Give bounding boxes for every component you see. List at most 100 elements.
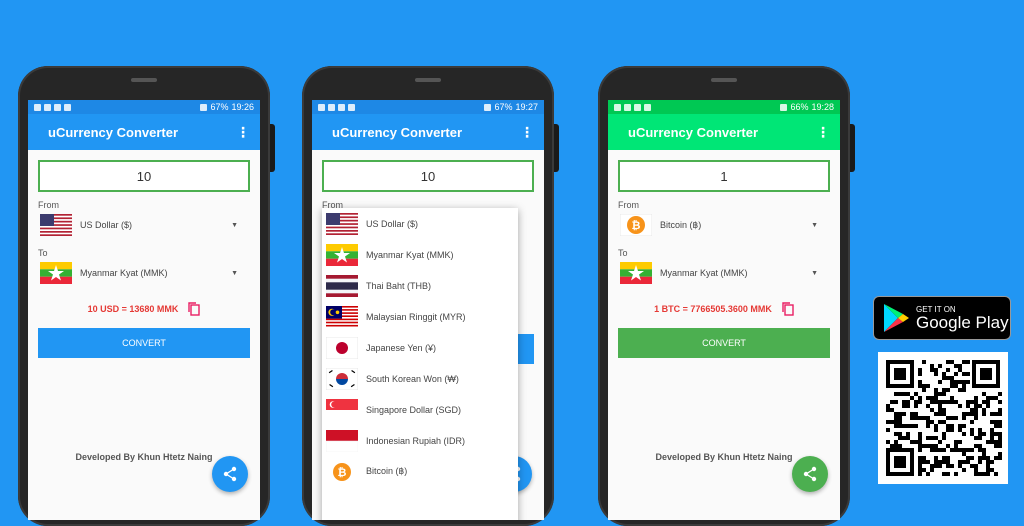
notification-icon: [644, 103, 651, 111]
qr-module: [974, 408, 978, 412]
to-currency-select[interactable]: Myanmar Kyat (MMK) ▼: [618, 258, 830, 288]
qr-module: [974, 472, 978, 476]
dropdown-item-mmk[interactable]: Myanmar Kyat (MMK): [322, 239, 518, 270]
app-title: uCurrency Converter: [48, 124, 179, 140]
qr-module: [926, 424, 930, 428]
qr-module: [998, 456, 1002, 460]
overflow-menu-icon[interactable]: ⋮: [236, 125, 250, 139]
qr-module: [890, 408, 894, 412]
qr-module: [990, 468, 994, 472]
dropdown-item-btc[interactable]: ₿ Bitcoin (฿): [322, 456, 518, 487]
qr-module: [978, 432, 982, 436]
qr-module: [966, 372, 970, 376]
qr-module: [982, 412, 986, 416]
qr-module: [998, 420, 1002, 424]
copy-icon[interactable]: [188, 302, 201, 316]
qr-module: [894, 400, 898, 404]
qr-module: [906, 392, 910, 396]
dropdown-item-idr[interactable]: Indonesian Rupiah (IDR): [322, 425, 518, 456]
svg-text:₿: ₿: [632, 219, 641, 232]
qr-module: [886, 428, 890, 432]
from-currency-select[interactable]: US Dollar ($) ▼: [38, 210, 250, 240]
from-label: From: [618, 200, 639, 210]
qr-module: [986, 400, 990, 404]
qr-module: [898, 412, 902, 416]
currency-dropdown-list[interactable]: US Dollar ($) Myanmar Kyat (MMK) Thai Ba…: [322, 208, 518, 520]
overflow-menu-icon[interactable]: ⋮: [816, 125, 830, 139]
convert-button[interactable]: CONVERT: [38, 328, 250, 358]
qr-module: [998, 432, 1002, 436]
dropdown-item-sgd[interactable]: Singapore Dollar (SGD): [322, 394, 518, 425]
dropdown-item-jpy[interactable]: Japanese Yen (¥): [322, 332, 518, 363]
amount-input[interactable]: 10: [38, 160, 250, 192]
qr-module: [978, 460, 982, 464]
amount-input[interactable]: 10: [322, 160, 534, 192]
qr-module: [890, 400, 894, 404]
qr-module: [898, 432, 902, 436]
qr-module: [946, 428, 950, 432]
convert-button[interactable]: CONVERT: [618, 328, 830, 358]
qr-module: [950, 384, 954, 388]
qr-module: [958, 464, 962, 468]
qr-module: [954, 444, 958, 448]
qr-module: [886, 420, 890, 424]
qr-module: [978, 448, 982, 452]
qr-module: [966, 448, 970, 452]
us-flag-icon: [40, 214, 72, 236]
qr-module: [970, 412, 974, 416]
qr-module: [982, 448, 986, 452]
qr-module: [930, 444, 934, 448]
qr-module: [942, 432, 946, 436]
copy-icon[interactable]: [782, 302, 794, 316]
dropdown-item-label: Malaysian Ringgit (MYR): [366, 311, 466, 322]
qr-code-pattern: [886, 360, 1002, 476]
notification-icon: [614, 103, 621, 111]
share-button[interactable]: [212, 456, 248, 492]
qr-module: [998, 392, 1002, 396]
dropdown-item-label: South Korean Won (₩): [366, 373, 459, 384]
qr-module: [946, 388, 950, 392]
qr-module: [982, 432, 986, 436]
notification-icon: [328, 103, 335, 111]
qr-module: [978, 444, 982, 448]
qr-module: [930, 368, 934, 372]
qr-module: [982, 400, 986, 404]
dropdown-item-krw[interactable]: South Korean Won (₩): [322, 363, 518, 394]
qr-module: [918, 440, 922, 444]
qr-module: [986, 456, 990, 460]
qr-module: [946, 444, 950, 448]
google-play-badge[interactable]: GET IT ON Google Play: [873, 296, 1011, 340]
qr-module: [922, 388, 926, 392]
dropdown-item-thb[interactable]: Thai Baht (THB): [322, 270, 518, 301]
qr-module: [930, 364, 934, 368]
qr-module: [954, 380, 958, 384]
notification-icon: [338, 103, 345, 111]
qr-module: [902, 392, 906, 396]
bitcoin-icon: ₿: [620, 214, 652, 236]
qr-module: [970, 408, 974, 412]
power-button: [850, 124, 855, 172]
qr-module: [938, 408, 942, 412]
qr-module: [926, 472, 930, 476]
qr-module: [918, 464, 922, 468]
qr-module: [966, 460, 970, 464]
qr-module: [946, 376, 950, 380]
qr-module: [962, 468, 966, 472]
qr-module: [938, 412, 942, 416]
qr-module: [942, 408, 946, 412]
qr-module: [966, 404, 970, 408]
dropdown-item-myr[interactable]: Malaysian Ringgit (MYR): [322, 301, 518, 332]
qr-module: [950, 416, 954, 420]
qr-module: [934, 464, 938, 468]
overflow-menu-icon[interactable]: ⋮: [520, 125, 534, 139]
dropdown-item-usd[interactable]: US Dollar ($): [322, 208, 518, 239]
dropdown-item-label: Japanese Yen (¥): [366, 342, 437, 353]
from-currency-select[interactable]: ₿ Bitcoin (฿) ▼: [618, 210, 830, 240]
amount-input[interactable]: 1: [618, 160, 830, 192]
qr-module: [922, 456, 926, 460]
qr-module: [894, 416, 898, 420]
qr-module: [938, 460, 942, 464]
to-currency-select[interactable]: Myanmar Kyat (MMK) ▼: [38, 258, 250, 288]
dropdown-caret-icon: ▼: [231, 221, 238, 229]
share-button[interactable]: [792, 456, 828, 492]
